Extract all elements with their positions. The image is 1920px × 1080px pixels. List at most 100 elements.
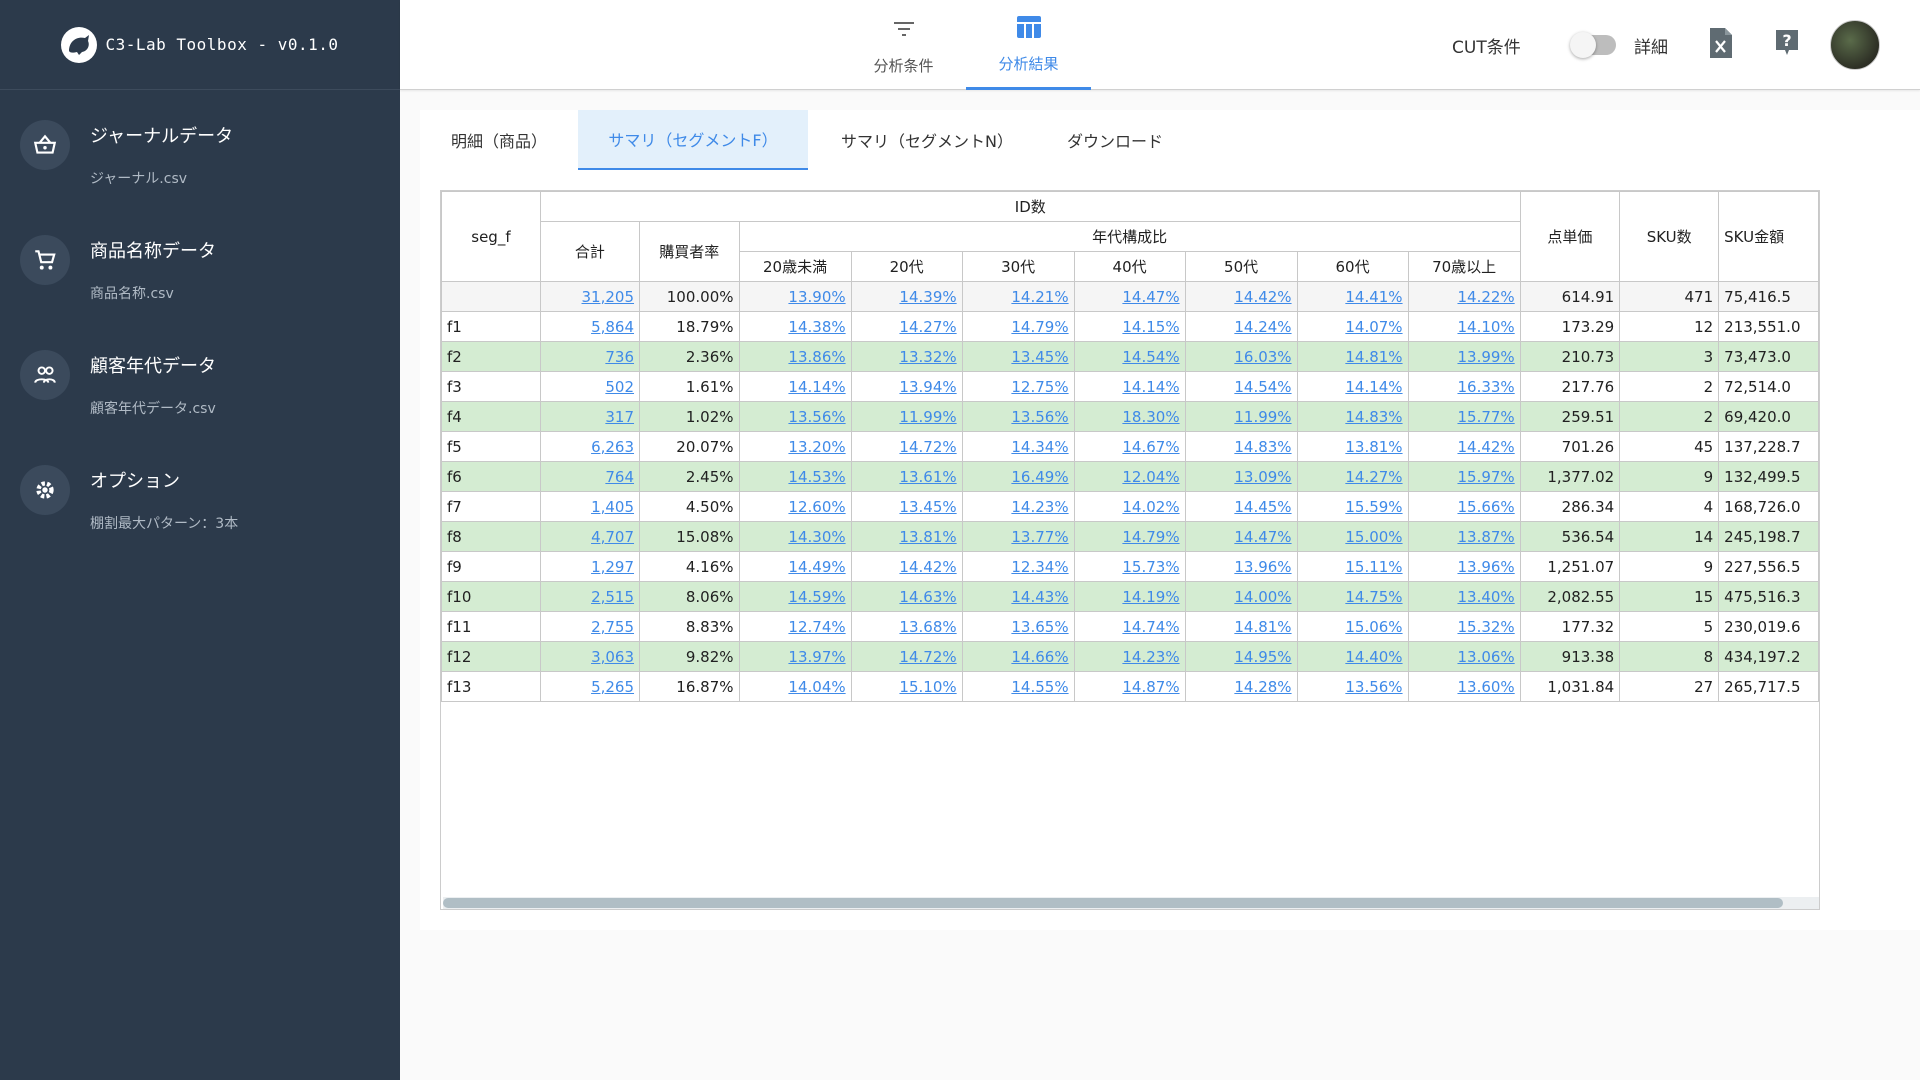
table-row[interactable]: f12 3,063 9.82% 13.97% 14.72% 14.66% 14.23% 14.… xyxy=(441,641,1819,672)
cell-age-ratio-link[interactable]: 14.10% xyxy=(1457,318,1514,336)
cell-age-ratio-link[interactable]: 14.04% xyxy=(788,678,845,696)
cell-total-link[interactable]: 31,205 xyxy=(582,288,635,306)
cell-total-link[interactable]: 736 xyxy=(605,348,634,366)
scrollbar-thumb[interactable] xyxy=(443,898,1783,908)
cell-age-ratio-link[interactable]: 14.39% xyxy=(899,288,956,306)
cell-age-ratio-link[interactable]: 14.27% xyxy=(899,318,956,336)
cell-age-ratio-link[interactable]: 15.59% xyxy=(1345,498,1402,516)
cell-age-ratio-link[interactable]: 13.40% xyxy=(1457,588,1514,606)
sidebar-item-customer-age[interactable]: 顧客年代データ 顧客年代データ.csv xyxy=(0,320,400,435)
cell-age-ratio-link[interactable]: 13.81% xyxy=(899,528,956,546)
table-row[interactable]: f5 6,263 20.07% 13.20% 14.72% 14.34% 14.67% 14.… xyxy=(441,431,1819,462)
table-row[interactable]: f8 4,707 15.08% 14.30% 13.81% 13.77% 14.79% 14.… xyxy=(441,521,1819,552)
cell-age-ratio-link[interactable]: 14.72% xyxy=(899,438,956,456)
cell-age-ratio-link[interactable]: 14.54% xyxy=(1122,348,1179,366)
table-row[interactable]: f13 5,265 16.87% 14.04% 15.10% 14.55% 14.87% 14… xyxy=(441,671,1819,702)
cell-age-ratio-link[interactable]: 14.67% xyxy=(1122,438,1179,456)
cell-age-ratio-link[interactable]: 14.23% xyxy=(1122,648,1179,666)
cell-age-ratio-link[interactable]: 12.04% xyxy=(1122,468,1179,486)
cell-age-ratio-link[interactable]: 14.79% xyxy=(1011,318,1068,336)
header-seg[interactable]: seg_f xyxy=(441,191,541,282)
cell-total-link[interactable]: 3,063 xyxy=(591,648,634,666)
header-total[interactable]: 合計 xyxy=(539,221,641,282)
cell-age-ratio-link[interactable]: 14.27% xyxy=(1345,468,1402,486)
cell-age-ratio-link[interactable]: 13.06% xyxy=(1457,648,1514,666)
cell-age-ratio-link[interactable]: 13.81% xyxy=(1345,438,1402,456)
cell-age-ratio-link[interactable]: 12.60% xyxy=(788,498,845,516)
cell-age-ratio-link[interactable]: 13.32% xyxy=(899,348,956,366)
cell-total-link[interactable]: 502 xyxy=(605,378,634,396)
cell-age-ratio-link[interactable]: 13.96% xyxy=(1457,558,1514,576)
header-buyer-rate[interactable]: 購買者率 xyxy=(639,221,740,282)
cell-age-ratio-link[interactable]: 14.87% xyxy=(1122,678,1179,696)
cell-total-link[interactable]: 5,265 xyxy=(591,678,634,696)
table-row[interactable]: f7 1,405 4.50% 12.60% 13.45% 14.23% 14.02% 14.4… xyxy=(441,491,1819,522)
cell-total-link[interactable]: 1,405 xyxy=(591,498,634,516)
cell-total-link[interactable]: 1,297 xyxy=(591,558,634,576)
cell-age-ratio-link[interactable]: 14.72% xyxy=(899,648,956,666)
cell-age-ratio-link[interactable]: 13.65% xyxy=(1011,618,1068,636)
tab-analysis-conditions[interactable]: 分析条件 xyxy=(841,0,966,90)
cell-age-ratio-link[interactable]: 14.30% xyxy=(788,528,845,546)
cell-age-ratio-link[interactable]: 18.30% xyxy=(1122,408,1179,426)
cell-age-ratio-link[interactable]: 13.97% xyxy=(788,648,845,666)
header-age[interactable]: 50代 xyxy=(1184,251,1298,282)
cell-total-link[interactable]: 4,707 xyxy=(591,528,634,546)
cell-age-ratio-link[interactable]: 14.53% xyxy=(788,468,845,486)
tab-analysis-results[interactable]: 分析結果 xyxy=(966,0,1091,90)
subtab-summary-segment-n[interactable]: サマリ（セグメントN） xyxy=(808,110,1046,170)
detail-toggle[interactable]: 詳細 xyxy=(1570,0,1668,90)
cell-age-ratio-link[interactable]: 12.74% xyxy=(788,618,845,636)
table-row[interactable]: f3 502 1.61% 14.14% 13.94% 12.75% 14.14% 14.54%… xyxy=(441,371,1819,402)
cell-age-ratio-link[interactable]: 13.45% xyxy=(899,498,956,516)
cell-age-ratio-link[interactable]: 13.60% xyxy=(1457,678,1514,696)
user-avatar-button[interactable] xyxy=(1830,0,1880,90)
cell-age-ratio-link[interactable]: 15.10% xyxy=(899,678,956,696)
cell-age-ratio-link[interactable]: 13.99% xyxy=(1457,348,1514,366)
cell-age-ratio-link[interactable]: 14.23% xyxy=(1011,498,1068,516)
cell-age-ratio-link[interactable]: 13.61% xyxy=(899,468,956,486)
horizontal-scrollbar[interactable] xyxy=(443,897,1819,909)
cell-age-ratio-link[interactable]: 14.66% xyxy=(1011,648,1068,666)
cell-age-ratio-link[interactable]: 15.00% xyxy=(1345,528,1402,546)
header-age[interactable]: 20代 xyxy=(850,251,963,282)
cell-age-ratio-link[interactable]: 14.63% xyxy=(899,588,956,606)
cell-age-ratio-link[interactable]: 14.14% xyxy=(788,378,845,396)
table-row[interactable]: f6 764 2.45% 14.53% 13.61% 16.49% 12.04% 13.09%… xyxy=(441,461,1819,492)
header-age[interactable]: 30代 xyxy=(961,251,1075,282)
toggle-switch[interactable] xyxy=(1570,32,1616,58)
table-row[interactable]: f1 5,864 18.79% 14.38% 14.27% 14.79% 14.15% 14.… xyxy=(441,311,1819,342)
cell-age-ratio-link[interactable]: 14.83% xyxy=(1234,438,1291,456)
header-sku-count[interactable]: SKU数 xyxy=(1619,191,1720,282)
cell-age-ratio-link[interactable]: 14.02% xyxy=(1122,498,1179,516)
cell-total-link[interactable]: 6,263 xyxy=(591,438,634,456)
cell-age-ratio-link[interactable]: 13.20% xyxy=(788,438,845,456)
cell-age-ratio-link[interactable]: 14.79% xyxy=(1122,528,1179,546)
cell-age-ratio-link[interactable]: 15.11% xyxy=(1345,558,1402,576)
cell-age-ratio-link[interactable]: 14.81% xyxy=(1234,618,1291,636)
cell-age-ratio-link[interactable]: 15.06% xyxy=(1345,618,1402,636)
cell-total-link[interactable]: 764 xyxy=(605,468,634,486)
cell-age-ratio-link[interactable]: 13.90% xyxy=(788,288,845,306)
cut-condition-label[interactable]: CUT条件 xyxy=(1452,0,1521,90)
header-sku-amount[interactable]: SKU金額 xyxy=(1718,191,1819,282)
table-row[interactable]: f11 2,755 8.83% 12.74% 13.68% 13.65% 14.74% 14.… xyxy=(441,611,1819,642)
cell-age-ratio-link[interactable]: 14.40% xyxy=(1345,648,1402,666)
sidebar-item-product-names[interactable]: 商品名称データ 商品名称.csv xyxy=(0,205,400,320)
help-button[interactable]: ? xyxy=(1774,0,1800,90)
table-row[interactable]: f4 317 1.02% 13.56% 11.99% 13.56% 18.30% 11.99%… xyxy=(441,401,1819,432)
header-age[interactable]: 20歳未満 xyxy=(738,251,852,282)
cell-total-link[interactable]: 2,755 xyxy=(591,618,634,636)
cell-age-ratio-link[interactable]: 13.09% xyxy=(1234,468,1291,486)
cell-total-link[interactable]: 5,864 xyxy=(591,318,634,336)
cell-age-ratio-link[interactable]: 14.14% xyxy=(1122,378,1179,396)
cell-age-ratio-link[interactable]: 13.68% xyxy=(899,618,956,636)
cell-age-ratio-link[interactable]: 13.56% xyxy=(1345,678,1402,696)
cell-age-ratio-link[interactable]: 13.86% xyxy=(788,348,845,366)
cell-age-ratio-link[interactable]: 16.03% xyxy=(1234,348,1291,366)
cell-age-ratio-link[interactable]: 14.38% xyxy=(788,318,845,336)
cell-age-ratio-link[interactable]: 14.22% xyxy=(1457,288,1514,306)
cell-age-ratio-link[interactable]: 15.97% xyxy=(1457,468,1514,486)
cell-age-ratio-link[interactable]: 13.56% xyxy=(1011,408,1068,426)
table-row[interactable]: f9 1,297 4.16% 14.49% 14.42% 12.34% 15.73% 13.9… xyxy=(441,551,1819,582)
